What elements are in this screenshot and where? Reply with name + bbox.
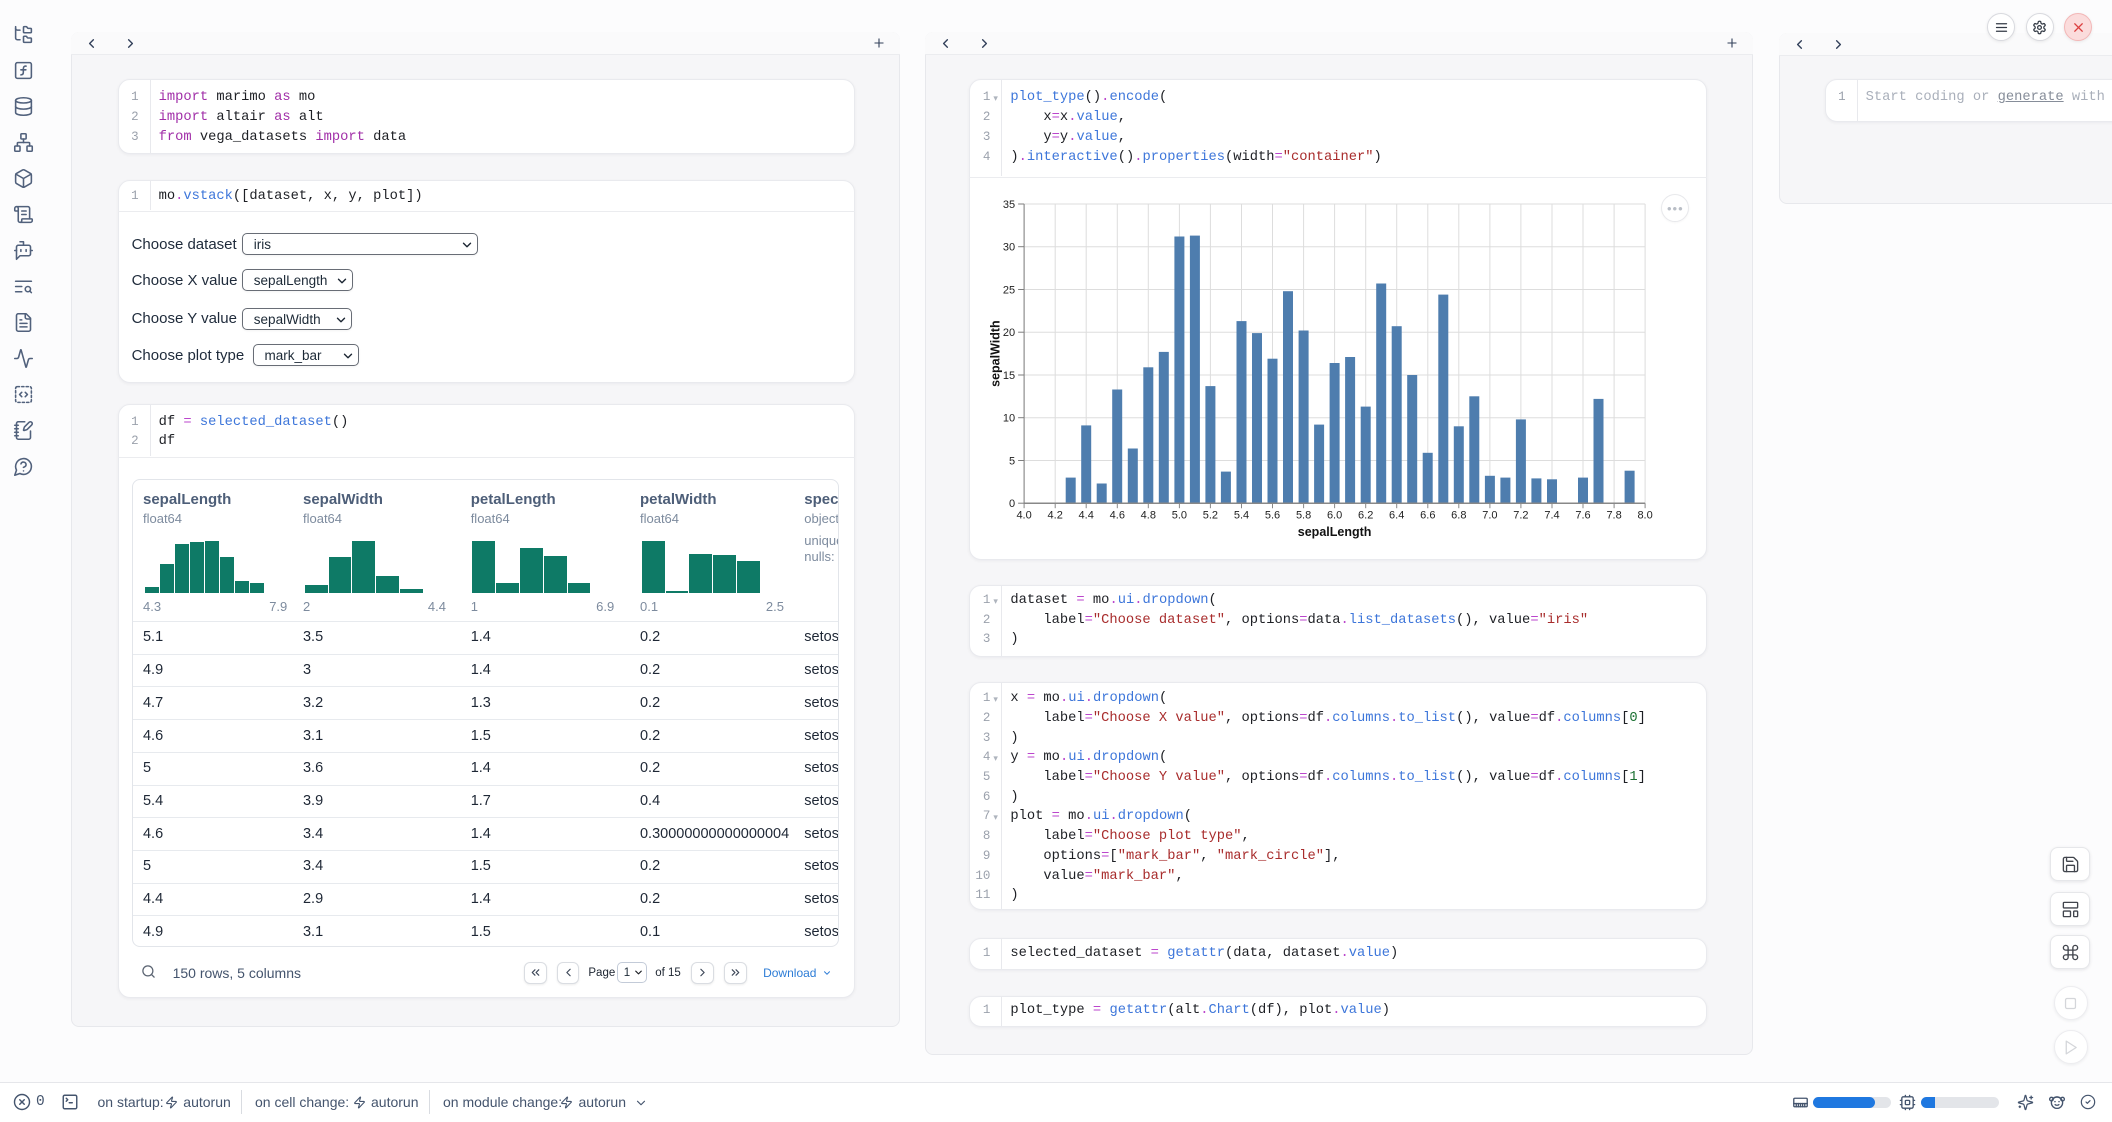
svg-text:15: 15: [1003, 370, 1015, 382]
svg-text:4.2: 4.2: [1048, 510, 1063, 522]
svg-text:7.8: 7.8: [1607, 510, 1622, 522]
svg-text:6.0: 6.0: [1327, 510, 1342, 522]
svg-text:5.4: 5.4: [1234, 510, 1249, 522]
svg-text:8.0: 8.0: [1638, 510, 1653, 522]
svg-text:6.2: 6.2: [1358, 510, 1373, 522]
svg-text:6.8: 6.8: [1452, 510, 1467, 522]
svg-text:4.0: 4.0: [1017, 510, 1032, 522]
svg-text:7.0: 7.0: [1483, 510, 1498, 522]
svg-text:5.2: 5.2: [1203, 510, 1218, 522]
svg-text:7.2: 7.2: [1514, 510, 1529, 522]
svg-text:25: 25: [1003, 285, 1015, 297]
svg-text:sepalLength: sepalLength: [1298, 525, 1372, 539]
svg-text:30: 30: [1003, 242, 1015, 254]
svg-text:5.8: 5.8: [1296, 510, 1311, 522]
svg-text:7.4: 7.4: [1545, 510, 1560, 522]
svg-text:4.6: 4.6: [1110, 510, 1125, 522]
svg-text:4.4: 4.4: [1079, 510, 1094, 522]
svg-text:4.8: 4.8: [1141, 510, 1156, 522]
svg-text:10: 10: [1003, 413, 1015, 425]
svg-text:35: 35: [1003, 199, 1015, 211]
svg-text:6.6: 6.6: [1421, 510, 1436, 522]
svg-text:0: 0: [1009, 498, 1015, 510]
svg-text:5: 5: [1009, 456, 1015, 468]
svg-text:6.4: 6.4: [1389, 510, 1404, 522]
svg-text:7.6: 7.6: [1576, 510, 1591, 522]
svg-text:5.0: 5.0: [1172, 510, 1187, 522]
svg-text:20: 20: [1003, 327, 1015, 339]
svg-text:sepalWidth: sepalWidth: [989, 321, 1003, 388]
svg-text:5.6: 5.6: [1265, 510, 1280, 522]
